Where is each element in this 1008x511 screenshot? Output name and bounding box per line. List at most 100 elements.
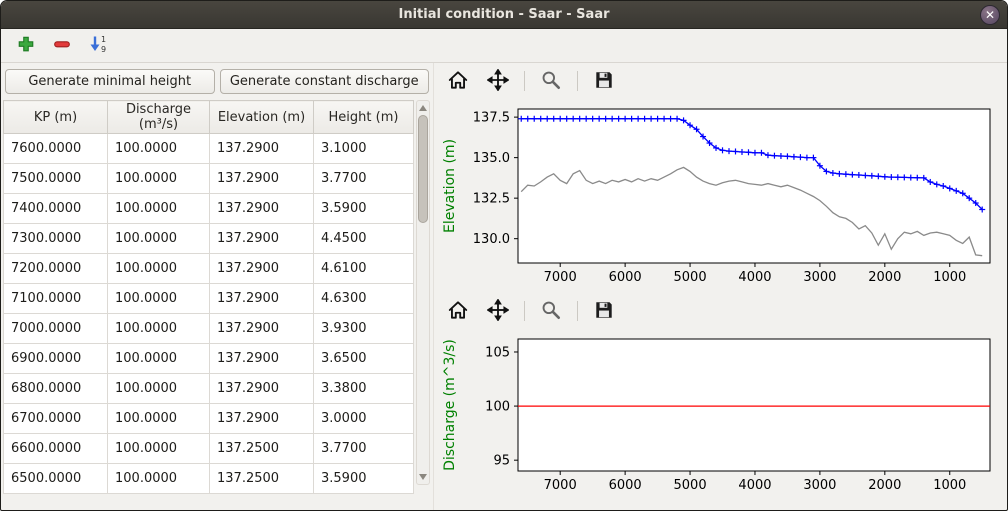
table-cell[interactable]: 6900.0000	[4, 344, 108, 374]
table-cell[interactable]: 137.2900	[210, 254, 314, 284]
home-button[interactable]	[444, 298, 472, 324]
save-button[interactable]	[590, 298, 618, 324]
table-cell[interactable]: 3.3800	[314, 374, 414, 404]
table-cell[interactable]: 3.5900	[314, 194, 414, 224]
scroll-up-icon[interactable]	[419, 105, 427, 111]
table-cell[interactable]: 100.0000	[108, 314, 210, 344]
generate-constant-discharge-button[interactable]: Generate constant discharge	[220, 69, 430, 94]
home-button[interactable]	[444, 68, 472, 94]
table-row[interactable]: 7300.0000100.0000137.29004.4500	[4, 224, 414, 254]
table-cell[interactable]: 137.2900	[210, 134, 314, 164]
table-cell[interactable]: 7000.0000	[4, 314, 108, 344]
table-cell[interactable]: 7200.0000	[4, 254, 108, 284]
titlebar[interactable]: Initial condition - Saar - Saar ✕	[1, 1, 1007, 29]
table-cell[interactable]: 4.6300	[314, 284, 414, 314]
table-cell[interactable]: 100.0000	[108, 344, 210, 374]
column-header[interactable]: KP (m)	[4, 101, 108, 134]
table-cell[interactable]: 3.6500	[314, 344, 414, 374]
svg-text:132.5: 132.5	[473, 192, 510, 207]
table-row[interactable]: 6900.0000100.0000137.29003.6500	[4, 344, 414, 374]
pan-button[interactable]	[484, 68, 512, 94]
table-row[interactable]: 6500.0000100.0000137.25003.5900	[4, 464, 414, 494]
table-cell[interactable]: 137.2900	[210, 284, 314, 314]
generate-minimal-height-button[interactable]: Generate minimal height	[5, 69, 215, 94]
table-cell[interactable]: 3.7700	[314, 164, 414, 194]
table-row[interactable]: 7000.0000100.0000137.29003.9300	[4, 314, 414, 344]
table-row[interactable]: 6700.0000100.0000137.29003.0000	[4, 404, 414, 434]
table-cell[interactable]: 7300.0000	[4, 224, 108, 254]
table-cell[interactable]: 3.7700	[314, 434, 414, 464]
toolbar-separator	[577, 301, 578, 321]
column-header[interactable]: Elevation (m)	[210, 101, 314, 134]
column-header[interactable]: Height (m)	[314, 101, 414, 134]
sort-button[interactable]: 1 9	[85, 33, 111, 59]
table-row[interactable]: 6800.0000100.0000137.29003.3800	[4, 374, 414, 404]
table-row[interactable]: 7600.0000100.0000137.29003.1000	[4, 134, 414, 164]
table-cell[interactable]: 100.0000	[108, 194, 210, 224]
right-panel: 7000600050004000300020001000130.0132.513…	[433, 63, 1007, 510]
add-row-button[interactable]	[13, 33, 39, 59]
content-area: Generate minimal height Generate constan…	[1, 63, 1007, 510]
table-cell[interactable]: 137.2500	[210, 434, 314, 464]
table-cell[interactable]: 100.0000	[108, 374, 210, 404]
scroll-down-icon[interactable]	[419, 474, 427, 480]
table-cell[interactable]: 100.0000	[108, 164, 210, 194]
table-cell[interactable]: 100.0000	[108, 284, 210, 314]
table-cell[interactable]: 7600.0000	[4, 134, 108, 164]
save-button[interactable]	[590, 68, 618, 94]
table-row[interactable]: 7200.0000100.0000137.29004.6100	[4, 254, 414, 284]
svg-text:1000: 1000	[933, 478, 966, 493]
table-cell[interactable]: 100.0000	[108, 434, 210, 464]
table-scrollbar[interactable]	[416, 100, 430, 485]
table-cell[interactable]: 6500.0000	[4, 464, 108, 494]
table-cell[interactable]: 7400.0000	[4, 194, 108, 224]
home-icon	[447, 299, 469, 324]
table-cell[interactable]: 137.2900	[210, 194, 314, 224]
table-cell[interactable]: 3.0000	[314, 404, 414, 434]
table-cell[interactable]: 100.0000	[108, 134, 210, 164]
elevation-plot[interactable]: 7000600050004000300020001000130.0132.513…	[438, 97, 1002, 295]
table-cell[interactable]: 4.6100	[314, 254, 414, 284]
zoom-button[interactable]	[537, 298, 565, 324]
table-cell[interactable]: 3.9300	[314, 314, 414, 344]
table-cell[interactable]: 100.0000	[108, 404, 210, 434]
table-cell[interactable]: 137.2900	[210, 314, 314, 344]
table-cell[interactable]: 3.5900	[314, 464, 414, 494]
table-cell[interactable]: 3.1000	[314, 134, 414, 164]
table-cell[interactable]: 100.0000	[108, 254, 210, 284]
column-header[interactable]: Discharge (m³/s)	[108, 101, 210, 134]
table-cell[interactable]: 137.2900	[210, 344, 314, 374]
table-cell[interactable]: 100.0000	[108, 224, 210, 254]
table-row[interactable]: 6600.0000100.0000137.25003.7700	[4, 434, 414, 464]
pan-button[interactable]	[484, 298, 512, 324]
table-cell[interactable]: 7500.0000	[4, 164, 108, 194]
remove-icon	[53, 35, 71, 56]
table-cell[interactable]: 137.2900	[210, 374, 314, 404]
table-row[interactable]: 7400.0000100.0000137.29003.5900	[4, 194, 414, 224]
table-cell[interactable]: 6600.0000	[4, 434, 108, 464]
table-cell[interactable]: 7100.0000	[4, 284, 108, 314]
table-cell[interactable]: 6700.0000	[4, 404, 108, 434]
table-row[interactable]: 7100.0000100.0000137.29004.6300	[4, 284, 414, 314]
remove-row-button[interactable]	[49, 33, 75, 59]
table-cell[interactable]: 100.0000	[108, 464, 210, 494]
svg-text:105: 105	[485, 345, 510, 360]
table-cell[interactable]: 137.2900	[210, 224, 314, 254]
elevation-plot-toolbar	[438, 65, 1002, 97]
table-cell[interactable]: 137.2900	[210, 404, 314, 434]
table-cell[interactable]: 6800.0000	[4, 374, 108, 404]
discharge-plot[interactable]: 700060005000400030002000100095100105Disc…	[438, 327, 1002, 503]
svg-text:95: 95	[493, 454, 510, 469]
left-panel: Generate minimal height Generate constan…	[1, 63, 433, 510]
close-icon: ✕	[985, 8, 995, 22]
table-cell[interactable]: 4.4500	[314, 224, 414, 254]
zoom-icon	[540, 299, 562, 324]
zoom-button[interactable]	[537, 68, 565, 94]
table-cell[interactable]: 137.2900	[210, 164, 314, 194]
scrollbar-thumb[interactable]	[418, 115, 428, 223]
close-button[interactable]: ✕	[980, 5, 1000, 25]
svg-text:6000: 6000	[609, 478, 642, 493]
table-cell[interactable]: 137.2500	[210, 464, 314, 494]
table-row[interactable]: 7500.0000100.0000137.29003.7700	[4, 164, 414, 194]
scrollbar-track[interactable]	[417, 115, 429, 470]
